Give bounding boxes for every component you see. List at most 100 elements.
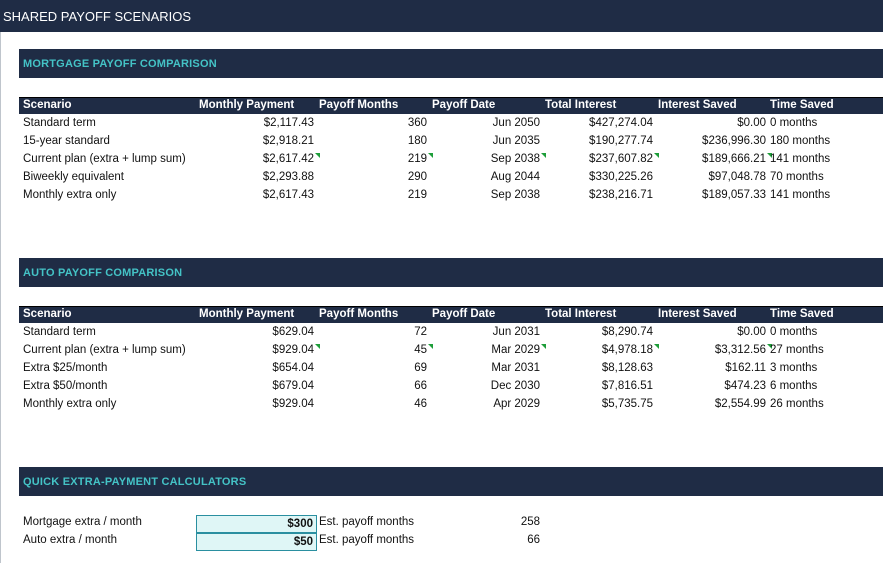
scenario-cell[interactable]: Extra $25/month bbox=[23, 360, 107, 378]
interest-cell[interactable]: $238,216.71 bbox=[589, 187, 653, 205]
time-cell[interactable]: 26 months bbox=[770, 396, 824, 414]
table-row[interactable]: Monthly extra only $929.04 46 Apr 2029 $… bbox=[19, 396, 883, 414]
interest-cell[interactable]: $8,128.63 bbox=[602, 360, 653, 378]
time-cell[interactable]: 141 months bbox=[770, 151, 830, 169]
comment-flag-icon[interactable] bbox=[428, 153, 433, 158]
comment-flag-icon[interactable] bbox=[315, 344, 320, 349]
mortgage-section-title: MORTGAGE PAYOFF COMPARISON bbox=[23, 57, 217, 70]
time-cell[interactable]: 70 months bbox=[770, 169, 824, 187]
saved-cell[interactable]: $189,666.21 bbox=[702, 151, 766, 169]
time-cell[interactable]: 3 months bbox=[770, 360, 817, 378]
mortgage-extra-input[interactable]: $300 bbox=[196, 515, 317, 533]
months-cell[interactable]: 45 bbox=[414, 342, 427, 360]
table-row[interactable]: Standard term $629.04 72 Jun 2031 $8,290… bbox=[19, 324, 883, 342]
col-time-saved: Time Saved bbox=[770, 308, 834, 320]
mortgage-extra-label: Mortgage extra / month bbox=[23, 516, 142, 528]
date-cell[interactable]: Jun 2035 bbox=[493, 133, 540, 151]
comment-flag-icon[interactable] bbox=[315, 153, 320, 158]
payment-cell[interactable]: $629.04 bbox=[272, 324, 314, 342]
interest-cell[interactable]: $427,274.04 bbox=[589, 115, 653, 133]
time-cell[interactable]: 0 months bbox=[770, 115, 817, 133]
table-row[interactable]: 15-year standard $2,918.21 180 Jun 2035 … bbox=[19, 133, 883, 151]
date-cell[interactable]: Sep 2038 bbox=[491, 187, 540, 205]
payment-cell[interactable]: $929.04 bbox=[272, 342, 314, 360]
date-cell[interactable]: Aug 2044 bbox=[491, 169, 540, 187]
date-cell[interactable]: Mar 2031 bbox=[491, 360, 540, 378]
auto-extra-input[interactable]: $50 bbox=[196, 533, 317, 551]
scenario-cell[interactable]: Standard term bbox=[23, 115, 96, 133]
scenario-cell[interactable]: Current plan (extra + lump sum) bbox=[23, 151, 186, 169]
saved-cell[interactable]: $0.00 bbox=[737, 324, 766, 342]
table-row[interactable]: Standard term $2,117.43 360 Jun 2050 $42… bbox=[19, 115, 883, 133]
payment-cell[interactable]: $679.04 bbox=[272, 378, 314, 396]
months-cell[interactable]: 360 bbox=[408, 115, 427, 133]
interest-cell[interactable]: $330,225.26 bbox=[589, 169, 653, 187]
payment-cell[interactable]: $654.04 bbox=[272, 360, 314, 378]
time-cell[interactable]: 141 months bbox=[770, 187, 830, 205]
payment-cell[interactable]: $2,617.43 bbox=[263, 187, 314, 205]
months-cell[interactable]: 66 bbox=[414, 378, 427, 396]
months-cell[interactable]: 219 bbox=[408, 187, 427, 205]
scenario-cell[interactable]: Biweekly equivalent bbox=[23, 169, 124, 187]
saved-cell[interactable]: $474.23 bbox=[724, 378, 766, 396]
date-cell[interactable]: Dec 2030 bbox=[491, 378, 540, 396]
comment-flag-icon[interactable] bbox=[541, 153, 546, 158]
months-cell[interactable]: 72 bbox=[414, 324, 427, 342]
interest-cell[interactable]: $190,277.74 bbox=[589, 133, 653, 151]
time-cell[interactable]: 27 months bbox=[770, 342, 824, 360]
time-cell[interactable]: 180 months bbox=[770, 133, 830, 151]
date-cell[interactable]: Apr 2029 bbox=[493, 396, 540, 414]
sheet-title: SHARED PAYOFF SCENARIOS bbox=[3, 8, 192, 24]
saved-cell[interactable]: $97,048.78 bbox=[708, 169, 766, 187]
auto-section-title: AUTO PAYOFF COMPARISON bbox=[23, 266, 183, 279]
table-row[interactable]: Extra $25/month $654.04 69 Mar 2031 $8,1… bbox=[19, 360, 883, 378]
months-cell[interactable]: 69 bbox=[414, 360, 427, 378]
date-cell[interactable]: Mar 2029 bbox=[491, 342, 540, 360]
table-row[interactable]: Monthly extra only $2,617.43 219 Sep 203… bbox=[19, 187, 883, 205]
date-cell[interactable]: Jun 2031 bbox=[493, 324, 540, 342]
saved-cell[interactable]: $3,312.56 bbox=[715, 342, 766, 360]
saved-cell[interactable]: $189,057.33 bbox=[702, 187, 766, 205]
saved-cell[interactable]: $162.11 bbox=[725, 360, 766, 378]
payment-cell[interactable]: $2,617.42 bbox=[263, 151, 314, 169]
date-cell[interactable]: Sep 2038 bbox=[491, 151, 540, 169]
interest-cell[interactable]: $237,607.82 bbox=[589, 151, 653, 169]
months-cell[interactable]: 290 bbox=[408, 169, 427, 187]
interest-cell[interactable]: $7,816.51 bbox=[602, 378, 653, 396]
scenario-cell[interactable]: Monthly extra only bbox=[23, 187, 116, 205]
comment-flag-icon[interactable] bbox=[654, 153, 659, 158]
interest-cell[interactable]: $5,735.75 bbox=[602, 396, 653, 414]
payment-cell[interactable]: $2,293.88 bbox=[263, 169, 314, 187]
months-cell[interactable]: 219 bbox=[408, 151, 427, 169]
time-cell[interactable]: 0 months bbox=[770, 324, 817, 342]
col-monthly-payment: Monthly Payment bbox=[199, 99, 295, 111]
table-row[interactable]: Current plan (extra + lump sum) $929.04 … bbox=[19, 342, 883, 360]
saved-cell[interactable]: $0.00 bbox=[737, 115, 766, 133]
scenario-cell[interactable]: 15-year standard bbox=[23, 133, 110, 151]
mortgage-column-headers: Scenario Monthly Payment Payoff Months P… bbox=[19, 97, 883, 114]
payment-cell[interactable]: $2,117.43 bbox=[264, 115, 314, 133]
months-cell[interactable]: 46 bbox=[414, 396, 427, 414]
payment-cell[interactable]: $929.04 bbox=[272, 396, 314, 414]
table-row[interactable]: Current plan (extra + lump sum) $2,617.4… bbox=[19, 151, 883, 169]
saved-cell[interactable]: $236,996.30 bbox=[702, 133, 766, 151]
interest-cell[interactable]: $4,978.18 bbox=[602, 342, 653, 360]
comment-flag-icon[interactable] bbox=[428, 344, 433, 349]
date-cell[interactable]: Jun 2050 bbox=[493, 115, 540, 133]
col-total-interest: Total Interest bbox=[545, 308, 617, 320]
table-row[interactable]: Extra $50/month $679.04 66 Dec 2030 $7,8… bbox=[19, 378, 883, 396]
scenario-cell[interactable]: Standard term bbox=[23, 324, 96, 342]
scenario-cell[interactable]: Monthly extra only bbox=[23, 396, 116, 414]
interest-cell[interactable]: $8,290.74 bbox=[602, 324, 653, 342]
table-row[interactable]: Biweekly equivalent $2,293.88 290 Aug 20… bbox=[19, 169, 883, 187]
time-cell[interactable]: 6 months bbox=[770, 378, 817, 396]
months-cell[interactable]: 180 bbox=[408, 133, 427, 151]
comment-flag-icon[interactable] bbox=[654, 344, 659, 349]
scenario-cell[interactable]: Current plan (extra + lump sum) bbox=[23, 342, 186, 360]
payment-cell[interactable]: $2,918.21 bbox=[263, 133, 314, 151]
scenario-cell[interactable]: Extra $50/month bbox=[23, 378, 107, 396]
comment-flag-icon[interactable] bbox=[541, 344, 546, 349]
auto-section-header: AUTO PAYOFF COMPARISON bbox=[19, 258, 883, 287]
saved-cell[interactable]: $2,554.99 bbox=[715, 396, 766, 414]
col-payoff-months: Payoff Months bbox=[319, 308, 399, 320]
